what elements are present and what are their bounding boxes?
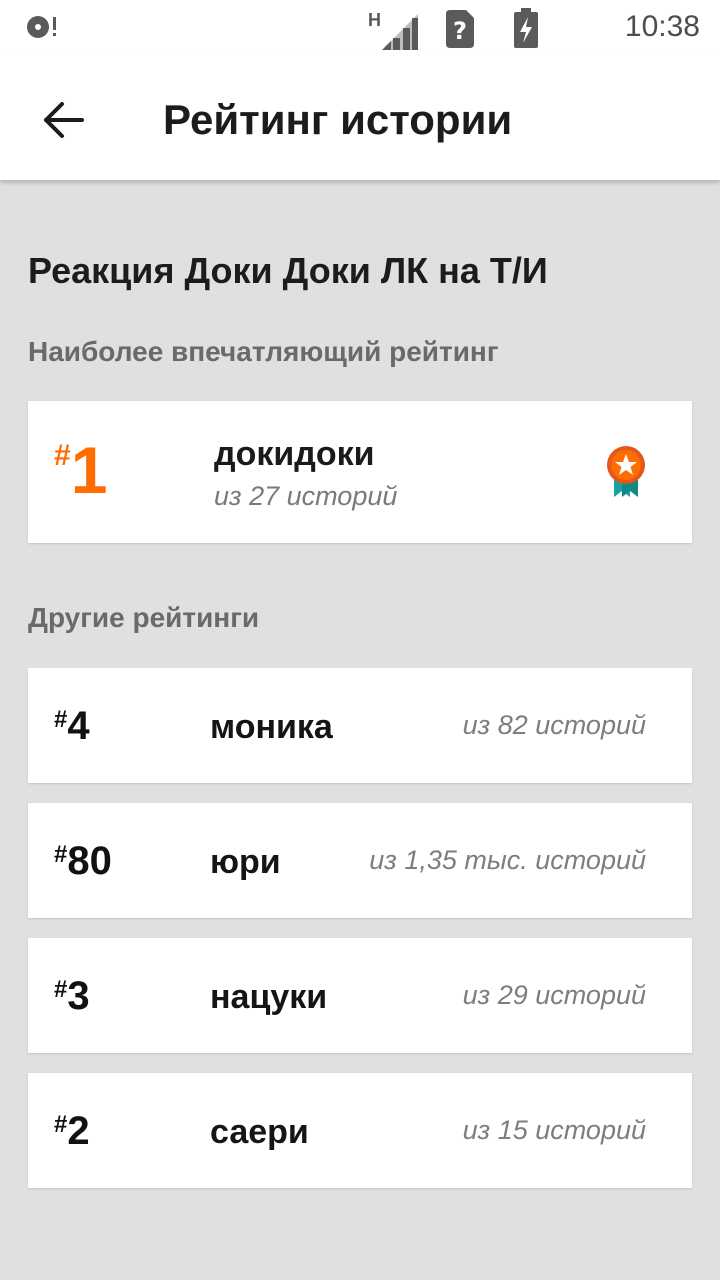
rank-number: #80	[54, 839, 112, 883]
ranking-row-natsuki[interactable]: #3 нацуки из 29 историй	[28, 938, 692, 1053]
status-bar: H ? 10:38	[0, 0, 720, 56]
medal-star-icon	[604, 445, 648, 499]
tag-name: моника	[210, 708, 333, 746]
ranking-row-sayori[interactable]: #2 саери из 15 историй	[28, 1073, 692, 1188]
svg-text:?: ?	[453, 17, 467, 45]
top-ranking-card[interactable]: #1 докидоки из 27 историй	[28, 401, 692, 543]
signal-icon: H	[368, 8, 420, 50]
back-button[interactable]	[36, 92, 92, 148]
story-title: Реакция Доки Доки ЛК на Т/И	[28, 250, 548, 291]
story-count: из 82 историй	[462, 710, 646, 740]
story-count: из 27 историй	[214, 481, 398, 511]
tag-name: юри	[210, 843, 281, 881]
story-count: из 1,35 тыс. историй	[369, 845, 646, 875]
story-count: из 29 историй	[462, 980, 646, 1010]
rank-number: #1	[54, 433, 108, 507]
ranking-row-yuri[interactable]: #80 юри из 1,35 тыс. историй	[28, 803, 692, 918]
top-ranking-label: Наиболее впечатляющий рейтинг	[28, 336, 499, 367]
tag-name: нацуки	[210, 978, 328, 1016]
arrow-back-icon	[44, 102, 84, 138]
other-rankings-label: Другие рейтинги	[28, 602, 260, 633]
rank-number: #4	[54, 704, 90, 748]
page-title: Рейтинг истории	[163, 96, 513, 143]
rank-number: #2	[54, 1109, 90, 1153]
tag-name: докидоки	[214, 435, 375, 473]
storage-alert-icon	[24, 12, 60, 42]
rank-number: #3	[54, 974, 90, 1018]
ranking-row-monika[interactable]: #4 моника из 82 историй	[28, 668, 692, 783]
battery-charging-icon	[514, 8, 538, 48]
clock: 10:38	[624, 10, 700, 43]
unknown-sim-icon: ?	[446, 10, 474, 48]
app-bar: Рейтинг истории	[0, 56, 720, 180]
tag-name: саери	[210, 1113, 309, 1151]
story-count: из 15 историй	[462, 1115, 646, 1145]
